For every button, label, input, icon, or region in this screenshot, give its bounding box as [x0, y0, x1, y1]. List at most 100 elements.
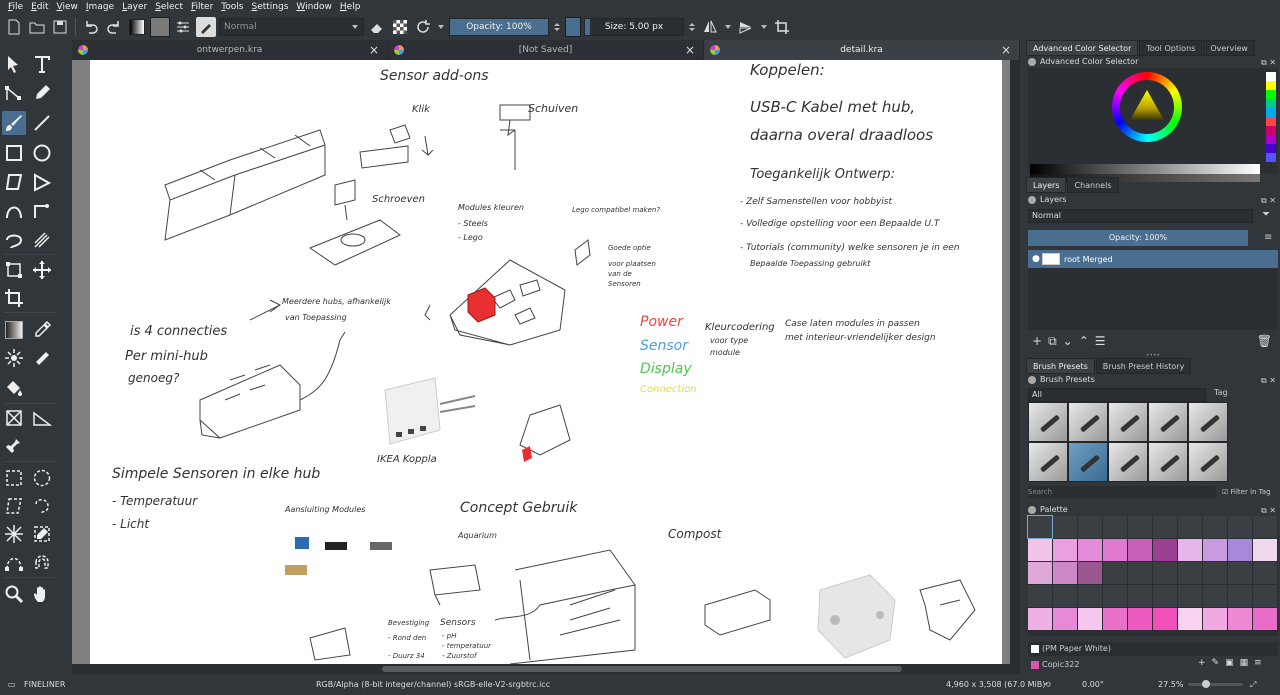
add-color-icon[interactable]: +	[1198, 658, 1206, 668]
crop-tool-icon[interactable]	[2, 286, 26, 310]
palette-swatch[interactable]	[1053, 608, 1077, 630]
palette-swatch[interactable]	[1203, 562, 1227, 584]
opacity-spinner[interactable]	[552, 18, 562, 36]
zoom-slider[interactable]	[1188, 680, 1243, 688]
magnetic-selection-tool-icon[interactable]	[30, 550, 54, 574]
brush-preset[interactable]	[1188, 402, 1228, 442]
palette-swatch[interactable]	[1053, 516, 1077, 538]
save-icon[interactable]: ▣	[1225, 658, 1234, 668]
palette-swatch[interactable]	[1228, 516, 1252, 538]
palette-swatch[interactable]	[1203, 539, 1227, 561]
current-brush-name[interactable]: FINELINER	[24, 674, 65, 695]
opacity-slider[interactable]: Opacity: 100%	[449, 17, 549, 36]
size-spinner[interactable]	[687, 18, 697, 36]
close-icon[interactable]: ×	[369, 40, 379, 60]
grid-icon[interactable]: ▦	[1240, 658, 1249, 668]
vertical-scrollbar[interactable]	[1010, 60, 1020, 664]
text-tool-icon[interactable]	[30, 52, 54, 76]
palette-swatch[interactable]	[1078, 608, 1102, 630]
menu-filter[interactable]: Filter	[187, 0, 217, 14]
bezier-curve-tool-icon[interactable]	[2, 199, 26, 223]
palette-swatch[interactable]	[1203, 608, 1227, 630]
chevron-up-icon[interactable]: ⌃	[1079, 334, 1089, 348]
palette-swatch[interactable]	[1053, 585, 1077, 607]
tab-overview[interactable]: Overview	[1203, 40, 1255, 56]
palette-swatch[interactable]	[1178, 516, 1202, 538]
freehand-path-tool-icon[interactable]	[30, 199, 54, 223]
tab-layers[interactable]: Layers	[1026, 177, 1067, 193]
brush-filter-select[interactable]: All	[1028, 388, 1206, 402]
menu-layer[interactable]: Layer	[118, 0, 151, 14]
calligraphy-tool-icon[interactable]	[30, 81, 54, 105]
bezier-selection-tool-icon[interactable]	[2, 550, 26, 574]
palette-swatch[interactable]	[1103, 539, 1127, 561]
move-tool-icon[interactable]	[30, 258, 54, 282]
measure-tool-icon[interactable]	[30, 406, 54, 430]
chevron-down-icon[interactable]: ⌄	[1063, 334, 1073, 348]
gradient-tool-icon[interactable]	[2, 318, 26, 342]
palette-swatch[interactable]	[1228, 585, 1252, 607]
palette-swatch[interactable]	[1128, 516, 1152, 538]
chevron-down-icon[interactable]	[761, 24, 767, 29]
palette-swatch[interactable]	[1153, 516, 1177, 538]
brush-preset[interactable]	[1148, 402, 1188, 442]
ellipse-tool-icon[interactable]	[30, 141, 54, 165]
brush-preset[interactable]	[1068, 402, 1108, 442]
palette-swatch[interactable]	[1253, 539, 1277, 561]
menu-file[interactable]: File	[4, 0, 27, 14]
panel-controls[interactable]: ⧉ ✕	[1261, 195, 1276, 207]
palette-grid[interactable]	[1027, 515, 1278, 636]
brush-preset[interactable]	[1028, 402, 1068, 442]
menu-icon[interactable]: ≡	[1254, 658, 1262, 668]
palette-swatch[interactable]	[1053, 539, 1077, 561]
close-icon[interactable]: ×	[1001, 40, 1011, 60]
scrollbar-thumb[interactable]	[382, 666, 902, 672]
palette-swatch[interactable]	[1228, 608, 1252, 630]
palette-swatch[interactable]	[1153, 562, 1177, 584]
brush-preset[interactable]	[1148, 442, 1188, 482]
freehand-brush-tool-icon[interactable]	[2, 111, 26, 135]
close-icon[interactable]: ×	[685, 40, 695, 60]
filter-in-tag-checkbox[interactable]: ☑ Filter in Tag	[1222, 486, 1271, 498]
menu-tools[interactable]: Tools	[217, 0, 247, 14]
palette-swatch[interactable]	[1128, 608, 1152, 630]
palette-swatch[interactable]	[1027, 515, 1053, 539]
polyline-tool-icon[interactable]	[30, 170, 54, 194]
gradient-icon[interactable]	[127, 17, 147, 37]
palette-swatch[interactable]	[1178, 562, 1202, 584]
select-shapes-tool-icon[interactable]	[2, 52, 26, 76]
zoom-tool-icon[interactable]	[2, 582, 26, 606]
palette-swatch[interactable]	[1153, 539, 1177, 561]
color-picker-tool-icon[interactable]	[30, 318, 54, 342]
new-document-icon[interactable]	[4, 17, 24, 37]
elliptical-selection-tool-icon[interactable]	[30, 466, 54, 490]
zoom-value[interactable]: 27.5%	[1158, 674, 1183, 695]
palette-swatch[interactable]	[1128, 562, 1152, 584]
menu-image[interactable]: Image	[82, 0, 118, 14]
palette-swatch[interactable]	[1178, 608, 1202, 630]
menu-icon[interactable]: ≡	[1264, 232, 1272, 243]
tab-tool-options[interactable]: Tool Options	[1139, 40, 1203, 56]
palette-swatch[interactable]	[1028, 539, 1052, 561]
colorize-mask-tool-icon[interactable]	[2, 346, 26, 370]
menu-view[interactable]: View	[53, 0, 82, 14]
mirror-vertical-icon[interactable]	[736, 17, 756, 37]
filter-icon[interactable]: ⏷	[1262, 209, 1270, 220]
transform-tool-icon[interactable]	[2, 258, 26, 282]
palette-swatch[interactable]	[1153, 585, 1177, 607]
palette-swatch[interactable]	[1253, 608, 1277, 630]
menu-settings[interactable]: Settings	[247, 0, 292, 14]
brush-preset-icon[interactable]	[196, 16, 216, 37]
brush-preset[interactable]	[1108, 442, 1148, 482]
palette-swatch[interactable]	[1103, 516, 1127, 538]
panel-controls[interactable]: ⧉ ✕	[1261, 375, 1276, 387]
rotate-icon[interactable]: ⟲	[1044, 674, 1051, 695]
freehand-selection-tool-icon[interactable]	[30, 494, 54, 518]
alpha-lock-icon[interactable]	[390, 17, 410, 37]
brush-search-input[interactable]: Search	[1028, 486, 1216, 498]
palette-swatch[interactable]	[1153, 608, 1177, 630]
polygon-tool-icon[interactable]	[2, 170, 26, 194]
palette-swatch[interactable]	[1228, 562, 1252, 584]
palette-swatch[interactable]	[1028, 562, 1052, 584]
palette-swatch[interactable]	[1078, 516, 1102, 538]
